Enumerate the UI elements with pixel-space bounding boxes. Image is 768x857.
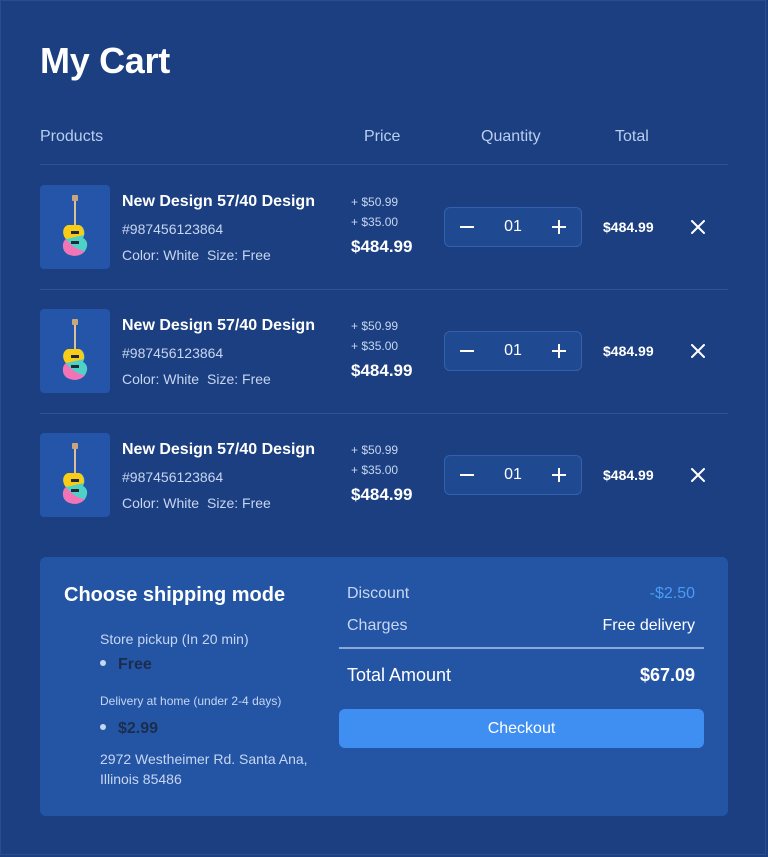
product-name[interactable]: New Design 57/40 Design bbox=[122, 441, 315, 459]
total-amount-value: $67.09 bbox=[639, 665, 695, 685]
product-price: $484.99 bbox=[351, 485, 413, 504]
product-sku: #987456123864 bbox=[122, 221, 224, 237]
delivery-address: 2972 Westheimer Rd. Santa Ana, Illinois … bbox=[100, 751, 308, 787]
product-thumbnail[interactable] bbox=[40, 433, 110, 517]
radio-dot-icon bbox=[100, 723, 106, 730]
quantity-value: 01 bbox=[504, 218, 522, 235]
guitar-icon bbox=[62, 195, 88, 256]
product-color: Color: White bbox=[122, 371, 200, 387]
header-total: Total bbox=[615, 128, 649, 145]
remove-item-button[interactable] bbox=[688, 217, 708, 237]
increase-quantity-button[interactable] bbox=[539, 208, 579, 246]
radio-dot-icon bbox=[100, 659, 106, 666]
product-color: Color: White bbox=[122, 495, 200, 511]
shipping-option-pickup-price: Free bbox=[118, 656, 152, 673]
quantity-value: 01 bbox=[504, 342, 522, 359]
header-price: Price bbox=[364, 128, 401, 145]
total-amount-label: Total Amount bbox=[347, 665, 452, 685]
product-size: Size: Free bbox=[207, 247, 271, 263]
increase-quantity-button[interactable] bbox=[539, 332, 579, 370]
table-header: Products Price Quantity Total bbox=[40, 128, 728, 165]
page-title: My Cart bbox=[40, 40, 170, 81]
cart-item-row: New Design 57/40 Design #987456123864 Co… bbox=[40, 289, 728, 414]
price-addon: + $50.99 bbox=[351, 319, 399, 333]
product-thumbnail[interactable] bbox=[40, 185, 110, 269]
shipping-option-pickup-label[interactable]: Store pickup (In 20 min) bbox=[100, 631, 249, 647]
product-thumbnail[interactable] bbox=[40, 309, 110, 393]
price-addon: + $35.00 bbox=[351, 215, 399, 229]
header-products: Products bbox=[40, 128, 104, 145]
product-attributes: Color: White Size: Free bbox=[122, 371, 271, 387]
product-attributes: Color: White Size: Free bbox=[122, 495, 271, 511]
remove-item-button[interactable] bbox=[688, 465, 708, 485]
product-name[interactable]: New Design 57/40 Design bbox=[122, 317, 315, 335]
guitar-icon bbox=[62, 319, 88, 380]
checkout-button[interactable]: Checkout bbox=[339, 709, 704, 748]
product-price: $484.99 bbox=[351, 237, 413, 256]
price-addon: + $35.00 bbox=[351, 463, 399, 477]
product-size: Size: Free bbox=[207, 495, 271, 511]
minus-icon bbox=[460, 474, 474, 476]
quantity-value: 01 bbox=[504, 466, 522, 483]
shipping-option-delivery[interactable]: $2.99 bbox=[100, 720, 158, 738]
close-icon bbox=[691, 220, 705, 234]
row-total: $484.99 bbox=[603, 343, 654, 359]
plus-icon bbox=[552, 220, 566, 234]
minus-icon bbox=[460, 350, 474, 352]
decrease-quantity-button[interactable] bbox=[447, 208, 487, 246]
quantity-stepper: 01 bbox=[444, 455, 582, 495]
minus-icon bbox=[460, 226, 474, 228]
product-price: $484.99 bbox=[351, 361, 413, 380]
row-total: $484.99 bbox=[603, 219, 654, 235]
checkout-summary-panel: Choose shipping mode Store pickup (In 20… bbox=[40, 557, 728, 816]
quantity-stepper: 01 bbox=[444, 207, 582, 247]
plus-icon bbox=[552, 468, 566, 482]
shipping-option-pickup[interactable]: Free bbox=[100, 656, 152, 674]
row-total: $484.99 bbox=[603, 467, 654, 483]
shipping-option-delivery-price: $2.99 bbox=[118, 720, 159, 737]
summary-divider bbox=[339, 647, 704, 649]
price-addon: + $50.99 bbox=[351, 195, 399, 209]
decrease-quantity-button[interactable] bbox=[447, 332, 487, 370]
product-color: Color: White bbox=[122, 247, 200, 263]
product-sku: #987456123864 bbox=[122, 345, 224, 361]
remove-item-button[interactable] bbox=[688, 341, 708, 361]
discount-label: Discount bbox=[347, 585, 410, 602]
price-addon: + $50.99 bbox=[351, 443, 399, 457]
price-addon: + $35.00 bbox=[351, 339, 399, 353]
guitar-icon bbox=[62, 443, 88, 504]
cart-item-row: New Design 57/40 Design #987456123864 Co… bbox=[40, 413, 728, 537]
close-icon bbox=[691, 344, 705, 358]
increase-quantity-button[interactable] bbox=[539, 456, 579, 494]
charges-label: Charges bbox=[347, 617, 408, 634]
product-sku: #987456123864 bbox=[122, 469, 224, 485]
product-name[interactable]: New Design 57/40 Design bbox=[122, 193, 315, 211]
decrease-quantity-button[interactable] bbox=[447, 456, 487, 494]
discount-value: -$2.50 bbox=[649, 585, 695, 602]
header-quantity: Quantity bbox=[481, 128, 541, 145]
quantity-stepper: 01 bbox=[444, 331, 582, 371]
shipping-title: Choose shipping mode bbox=[64, 584, 286, 606]
cart-item-row: New Design 57/40 Design #987456123864 Co… bbox=[40, 165, 728, 290]
shipping-option-delivery-label[interactable]: Delivery at home (under 2-4 days) bbox=[100, 694, 281, 708]
charges-value: Free delivery bbox=[602, 617, 695, 634]
product-attributes: Color: White Size: Free bbox=[122, 247, 271, 263]
product-size: Size: Free bbox=[207, 371, 271, 387]
plus-icon bbox=[552, 344, 566, 358]
close-icon bbox=[691, 468, 705, 482]
